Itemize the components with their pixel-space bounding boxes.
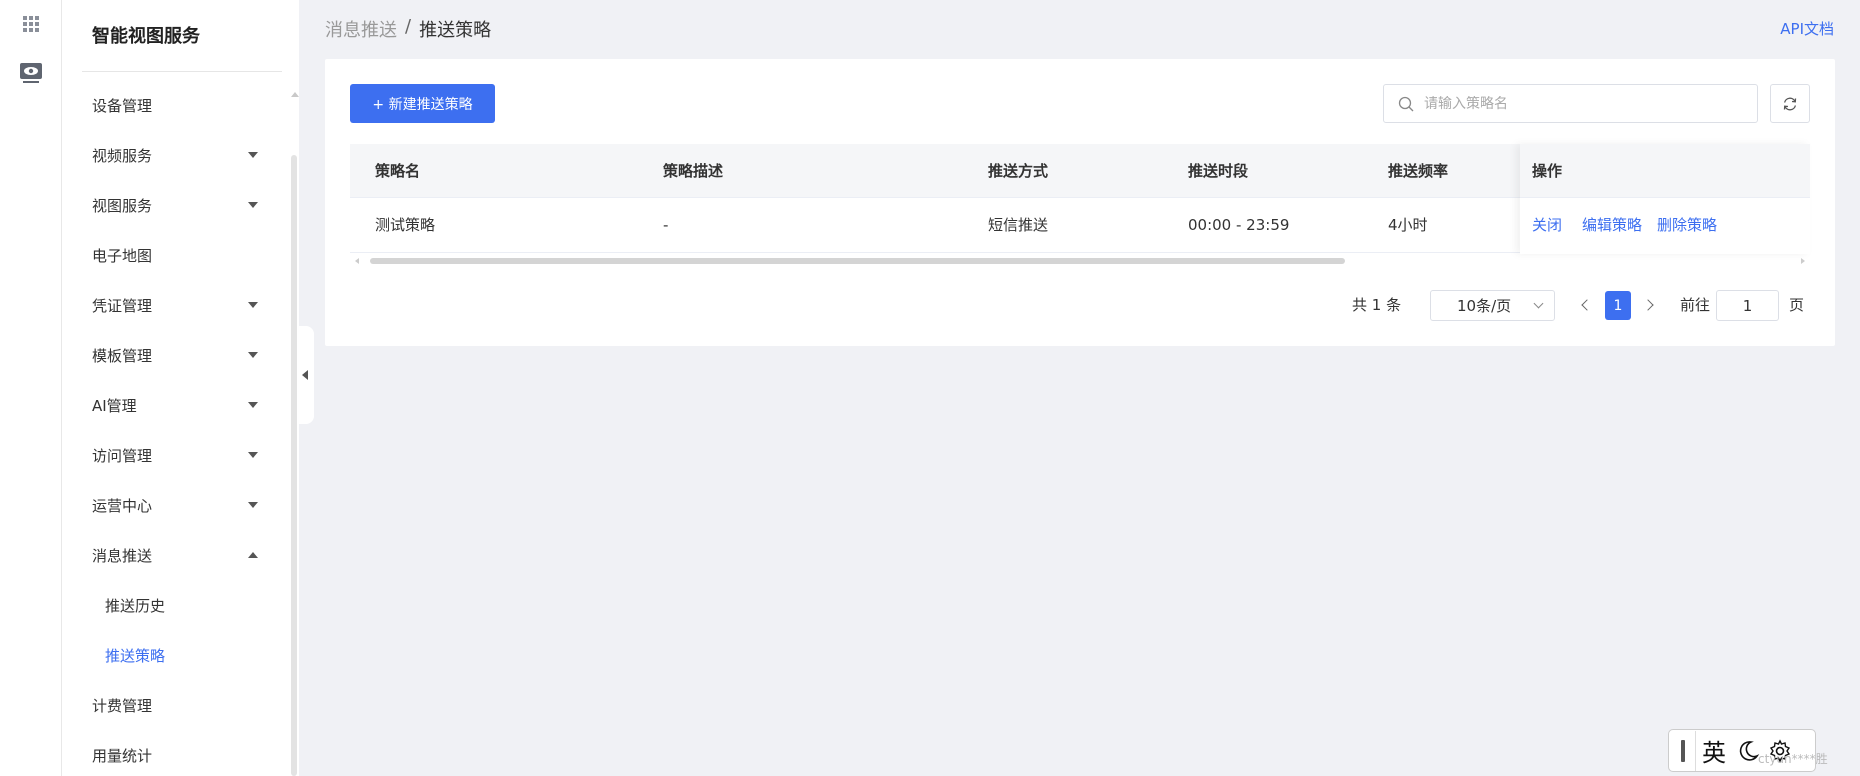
caret-down-icon xyxy=(248,302,258,308)
page-size-value: 10条/页 xyxy=(1457,297,1512,315)
collapse-left-icon xyxy=(302,370,308,380)
sidebar-item-label: 凭证管理 xyxy=(92,296,153,315)
sidebar-item-video-service[interactable]: 视频服务 xyxy=(92,130,272,180)
pagination-total: 共 1 条 xyxy=(1352,296,1402,314)
sidebar-scrollbar[interactable] xyxy=(291,155,297,776)
sidebar-item-label: 电子地图 xyxy=(92,246,153,265)
drag-handle[interactable] xyxy=(1681,739,1685,762)
sidebar-item-billing[interactable]: 计费管理 xyxy=(92,680,272,730)
column-header-description: 策略描述 xyxy=(663,162,724,180)
search-box xyxy=(1383,84,1758,123)
sidebar-item-ai-management[interactable]: AI管理 xyxy=(92,380,272,430)
caret-down-icon xyxy=(248,402,258,408)
actions-column-header: 操作 xyxy=(1520,144,1810,198)
delete-strategy-link[interactable]: 删除策略 xyxy=(1657,198,1717,253)
add-strategy-button[interactable]: + 新建推送策略 xyxy=(350,84,495,123)
sidebar-item-access-management[interactable]: 访问管理 xyxy=(92,430,272,480)
actions-column: 操作 关闭 编辑策略 删除策略 xyxy=(1520,144,1810,254)
caret-down-icon xyxy=(248,152,258,158)
icon-rail xyxy=(0,0,62,776)
sidebar-subitem-push-history[interactable]: 推送历史 xyxy=(105,580,265,630)
chevron-down-icon xyxy=(1533,298,1544,309)
sidebar-collapse-toggle[interactable] xyxy=(298,326,314,424)
sidebar-item-credential-management[interactable]: 凭证管理 xyxy=(92,280,272,330)
sidebar-item-label: 运营中心 xyxy=(92,496,153,515)
view-service-icon[interactable] xyxy=(19,62,43,84)
cell-period: 00:00 - 23:59 xyxy=(1188,216,1290,234)
breadcrumb: 消息推送 / 推送策略 xyxy=(325,16,491,42)
sidebar-item-label: 视频服务 xyxy=(92,146,153,165)
goto-label: 前往 xyxy=(1680,296,1711,314)
sidebar-item-label: 计费管理 xyxy=(92,696,153,715)
sidebar-item-label: AI管理 xyxy=(92,396,137,415)
watermark: ctyun****胜 xyxy=(1758,752,1828,766)
breadcrumb-separator: / xyxy=(405,16,412,37)
column-header-period: 推送时段 xyxy=(1188,162,1249,180)
prev-page-button[interactable] xyxy=(1575,290,1595,320)
main-card: + 新建推送策略 策略名 策略描述 推送方式 推送时段 推送频率 测试策略 - … xyxy=(325,59,1835,346)
moon-icon[interactable] xyxy=(1736,739,1760,763)
sidebar-item-label: 模板管理 xyxy=(92,346,153,365)
next-page-button[interactable] xyxy=(1641,290,1661,320)
breadcrumb-parent[interactable]: 消息推送 xyxy=(325,16,397,42)
page-number-current[interactable]: 1 xyxy=(1605,291,1631,320)
column-header-method: 推送方式 xyxy=(988,162,1049,180)
sidebar-item-view-service[interactable]: 视图服务 xyxy=(92,180,272,230)
sidebar-item-operations-center[interactable]: 运营中心 xyxy=(92,480,272,530)
cell-frequency: 4小时 xyxy=(1388,216,1428,234)
scroll-up-arrow-icon[interactable] xyxy=(291,92,299,97)
caret-up-icon xyxy=(248,552,258,558)
sidebar-item-label: 推送历史 xyxy=(105,596,166,615)
goto-page-input[interactable] xyxy=(1716,290,1779,321)
column-header-frequency: 推送频率 xyxy=(1388,162,1449,180)
caret-down-icon xyxy=(248,202,258,208)
sidebar-item-label: 消息推送 xyxy=(92,546,153,565)
sidebar-item-device-management[interactable]: 设备管理 xyxy=(92,80,272,130)
api-docs-link[interactable]: API文档 xyxy=(1780,18,1834,39)
sidebar-item-label: 用量统计 xyxy=(92,746,153,765)
input-language-toggle[interactable]: 英 xyxy=(1702,733,1726,768)
sidebar-item-template-management[interactable]: 模板管理 xyxy=(92,330,272,380)
refresh-icon xyxy=(1783,97,1797,110)
sidebar-item-label: 设备管理 xyxy=(92,96,153,115)
app-title: 智能视图服务 xyxy=(92,26,200,47)
scroll-left-arrow-icon[interactable] xyxy=(355,258,359,264)
sidebar-item-label: 视图服务 xyxy=(92,196,153,215)
search-input[interactable] xyxy=(1424,95,1724,112)
caret-down-icon xyxy=(248,502,258,508)
scroll-right-arrow-icon[interactable] xyxy=(1801,258,1805,264)
side-navigation: 智能视图服务 设备管理 视频服务 视图服务 电子地图 凭证管理 模板管理 AI管… xyxy=(62,0,299,776)
caret-down-icon xyxy=(248,352,258,358)
sidebar-item-usage-stats[interactable]: 用量统计 xyxy=(92,730,272,776)
close-strategy-link[interactable]: 关闭 xyxy=(1532,198,1562,253)
sidebar-subitem-push-strategy[interactable]: 推送策略 xyxy=(105,630,265,680)
search-icon xyxy=(1398,96,1414,111)
refresh-button[interactable] xyxy=(1770,84,1810,123)
page-suffix-label: 页 xyxy=(1789,296,1805,314)
divider xyxy=(1695,730,1696,771)
caret-down-icon xyxy=(248,452,258,458)
edit-strategy-link[interactable]: 编辑策略 xyxy=(1582,198,1642,253)
sidebar-item-label: 访问管理 xyxy=(92,446,153,465)
column-header-name: 策略名 xyxy=(375,162,421,180)
scrollbar-thumb[interactable] xyxy=(370,258,1345,264)
page-size-select[interactable]: 10条/页 xyxy=(1430,290,1555,321)
divider xyxy=(82,71,282,72)
cell-name: 测试策略 xyxy=(375,216,436,234)
breadcrumb-current: 推送策略 xyxy=(419,20,492,41)
sidebar-item-map[interactable]: 电子地图 xyxy=(92,230,272,280)
sidebar-item-label: 推送策略 xyxy=(105,646,166,665)
cell-method: 短信推送 xyxy=(988,216,1049,234)
column-header-actions: 操作 xyxy=(1532,162,1563,180)
table-horizontal-scrollbar[interactable] xyxy=(350,254,1810,268)
sidebar-item-message-push[interactable]: 消息推送 xyxy=(92,530,272,580)
apps-grid-icon[interactable] xyxy=(23,16,39,32)
cell-description: - xyxy=(663,216,669,234)
